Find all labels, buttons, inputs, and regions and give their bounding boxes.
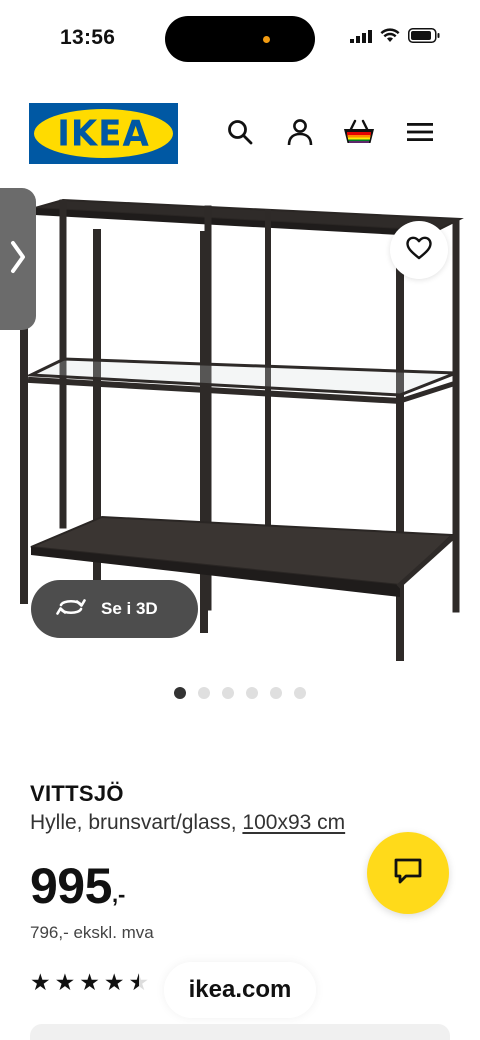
chat-button[interactable] [367,832,449,914]
favorite-button[interactable] [390,221,448,279]
product-description: Hylle, brunsvart/glass, 100x93 cm [30,811,345,835]
star-half-icon: ★ [128,969,150,995]
star-icon: ★ [30,969,51,995]
chat-icon [392,855,424,892]
basket-icon[interactable] [341,114,377,150]
browser-url-text: ikea.com [188,976,292,1003]
star-icon: ★ [79,969,100,995]
menu-icon[interactable] [402,114,438,150]
status-icons [350,28,440,48]
content-card [30,1024,450,1040]
price-suffix: ,- [111,882,126,907]
price-excl-vat: 796,- ekskl. mva [30,923,154,942]
view-in-3d-button[interactable]: Se i 3D [31,580,198,638]
status-bar: 13:56 [0,0,480,80]
product-name: VITTSJÖ [30,781,124,806]
gallery-dot[interactable] [270,687,282,699]
star-icon: ★ [103,969,125,995]
ikea-logo[interactable]: IKEA [29,103,178,164]
product-size-link[interactable]: 100x93 cm [242,811,345,834]
search-icon[interactable] [222,114,258,150]
status-time: 13:56 [60,26,116,49]
chevron-right-icon [10,239,26,280]
wifi-icon [380,28,400,48]
view-in-3d-label: Se i 3D [101,599,158,618]
heart-icon [406,236,432,265]
logo-text: IKEA [57,112,150,155]
gallery-dot[interactable] [222,687,234,699]
gallery-pagination [174,687,306,699]
gallery-dot[interactable] [294,687,306,699]
camera-indicator [263,36,270,43]
side-tab-toggle[interactable] [0,188,36,330]
product-price: 995 ,- [30,856,125,916]
star-icon: ★ [54,969,76,995]
logo-ellipse: IKEA [34,109,173,158]
browser-url-bar[interactable]: ikea.com [164,962,316,1018]
gallery-dot[interactable] [198,687,210,699]
price-main: 995 [30,858,112,914]
user-icon[interactable] [282,114,318,150]
gallery-dot[interactable] [174,687,186,699]
gallery-dot[interactable] [246,687,258,699]
rating-stars[interactable]: ★ ★ ★ ★ ★ [30,970,149,994]
product-description-text: Hylle, brunsvart/glass, [30,811,237,834]
signal-icon [350,29,372,48]
battery-icon [408,28,440,48]
rotate-3d-icon [55,597,87,622]
dynamic-island [165,16,315,62]
site-header: IKEA [0,100,480,168]
